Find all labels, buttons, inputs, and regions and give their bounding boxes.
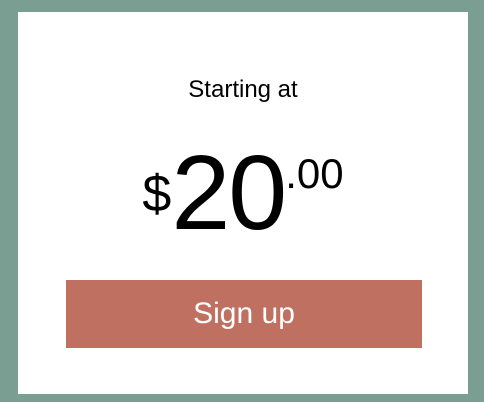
- price-display: $20.00: [18, 140, 468, 250]
- price-whole-amount: 20: [171, 134, 287, 252]
- pricing-card: Starting at $20.00 Sign up: [18, 12, 468, 394]
- price-cents-amount: .00: [285, 150, 344, 197]
- sign-up-button[interactable]: Sign up: [66, 280, 422, 348]
- price-currency-symbol: $: [142, 165, 172, 223]
- starting-at-label: Starting at: [188, 76, 298, 103]
